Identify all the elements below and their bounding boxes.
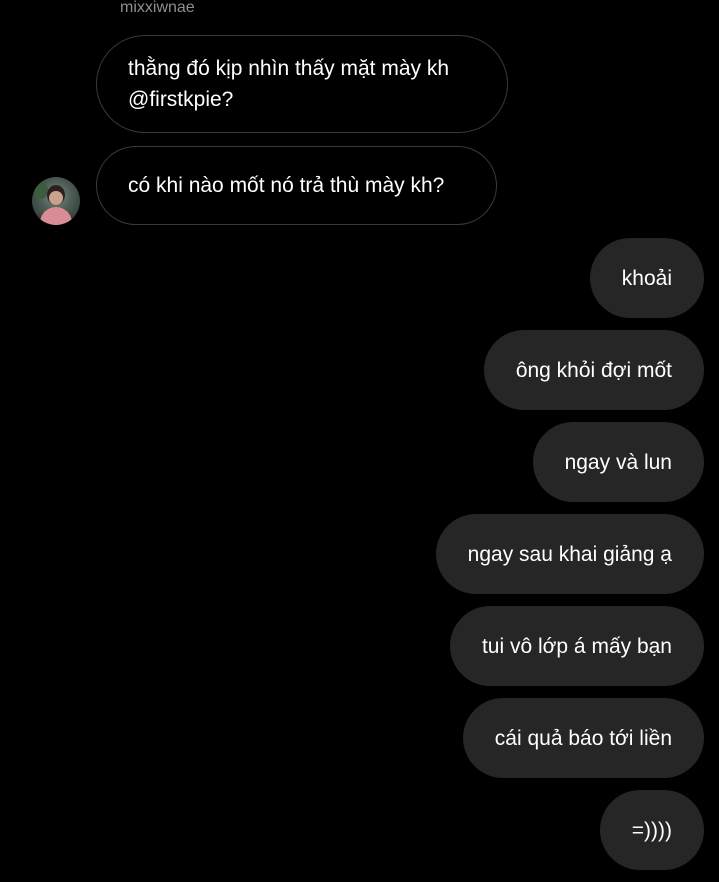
message-text-line: thằng đó kịp nhìn thấy mặt mày kh bbox=[128, 57, 450, 80]
avatar-background-foliage bbox=[34, 181, 48, 199]
avatar-face bbox=[49, 191, 63, 205]
message-text: cái quả báo tới liền bbox=[494, 726, 672, 750]
message-text: =)))) bbox=[631, 818, 672, 842]
outgoing-message[interactable]: cái quả báo tới liền bbox=[462, 698, 704, 778]
outgoing-message[interactable]: ông khỏi đợi mốt bbox=[483, 330, 704, 410]
message-text: khoải bbox=[621, 266, 672, 290]
incoming-message[interactable]: có khi nào mốt nó trả thù mày kh? bbox=[96, 146, 497, 225]
avatar-shirt bbox=[40, 207, 72, 225]
outgoing-message[interactable]: tui vô lớp á mấy bạn bbox=[449, 606, 704, 686]
message-text: có khi nào mốt nó trả thù mày kh? bbox=[128, 174, 445, 197]
outgoing-message[interactable]: ngay và lun bbox=[532, 422, 704, 502]
sender-name: mixxiwnae bbox=[120, 0, 195, 16]
message-text-line: @firstkpie? bbox=[128, 88, 234, 111]
message-text: ngay và lun bbox=[564, 450, 672, 474]
incoming-message[interactable]: thằng đó kịp nhìn thấy mặt mày kh @first… bbox=[96, 35, 508, 133]
outgoing-message[interactable]: khoải bbox=[589, 238, 704, 318]
message-text: tui vô lớp á mấy bạn bbox=[481, 634, 672, 658]
message-text: ngay sau khai giảng ạ bbox=[467, 542, 672, 566]
message-text: ông khỏi đợi mốt bbox=[515, 358, 672, 382]
message-text: thằng đó kịp nhìn thấy mặt mày kh @first… bbox=[128, 53, 449, 115]
outgoing-message[interactable]: =)))) bbox=[599, 790, 704, 870]
sender-avatar[interactable] bbox=[32, 177, 80, 225]
outgoing-message[interactable]: ngay sau khai giảng ạ bbox=[435, 514, 704, 594]
